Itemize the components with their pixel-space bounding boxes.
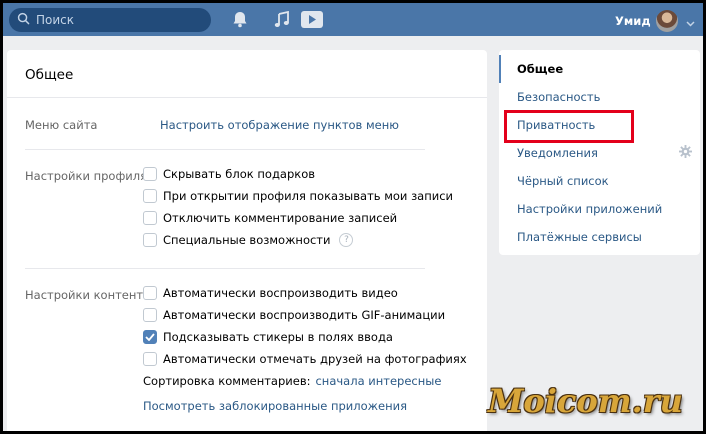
checkbox-disable-comments[interactable]: Отключить комментирование записей [143,211,397,225]
settings-panel: Общее Меню сайта Настроить отображение п… [7,50,487,434]
checkbox-label: Скрывать блок подарков [163,167,316,181]
search-input[interactable] [36,13,196,27]
comments-sort-link[interactable]: сначала интересные [315,374,441,388]
checkbox-label: Автоматически воспроизводить видео [163,286,398,300]
content-settings-label: Настройки контента [25,288,151,302]
watermark: Moicom.ru [488,382,683,420]
checkbox-box-checked[interactable] [143,330,157,344]
help-icon[interactable]: ? [339,233,354,247]
divider [25,268,425,269]
avatar[interactable] [656,10,678,32]
checkbox-label: Подсказывать стикеры в полях ввода [163,330,393,344]
music-icon[interactable] [274,10,290,31]
gear-icon[interactable] [679,145,692,161]
comments-sort-row: Сортировка комментариев: сначала интерес… [143,374,441,388]
settings-side-menu: Общее Безопасность Приватность Уведомлен… [499,50,700,255]
checkbox-label: Специальные возможности [163,233,331,247]
search-box[interactable] [9,8,211,32]
side-item-general[interactable]: Общее [499,55,700,83]
checkbox-accessibility[interactable]: Специальные возможности ? [143,233,354,247]
side-item-app-settings[interactable]: Настройки приложений [499,195,700,223]
checkbox-suggest-stickers[interactable]: Подсказывать стикеры в полях ввода [143,330,393,344]
blocked-apps-link[interactable]: Посмотреть заблокированные приложения [143,399,407,413]
checkbox-autoplay-video[interactable]: Автоматически воспроизводить видео [143,286,398,300]
checkbox-label: При открытии профиля показывать мои запи… [163,189,454,203]
page-title: Общее [7,50,487,98]
side-item-security[interactable]: Безопасность [499,83,700,111]
search-icon [17,12,30,28]
checkbox-box[interactable] [143,352,157,366]
blocked-apps-row: Посмотреть заблокированные приложения [143,399,407,413]
side-item-payment-services[interactable]: Платёжные сервисы [499,223,700,251]
checkbox-show-my-posts[interactable]: При открытии профиля показывать мои запи… [143,189,453,203]
divider [25,149,425,150]
play-icon[interactable] [301,11,323,31]
side-item-blacklist[interactable]: Чёрный список [499,167,700,195]
chevron-down-icon[interactable] [686,16,695,30]
site-menu-label: Меню сайта [25,118,98,132]
checkmark-icon [145,333,155,341]
comments-sort-label: Сортировка комментариев: [143,374,311,388]
checkbox-label: Автоматически отмечать друзей на фотогра… [163,352,467,366]
checkbox-tag-friends[interactable]: Автоматически отмечать друзей на фотогра… [143,352,467,366]
checkbox-box[interactable] [143,167,157,181]
configure-menu-link[interactable]: Настроить отображение пунктов меню [160,118,399,132]
profile-settings-label: Настройки профиля [25,169,148,183]
privacy-highlight-box [504,110,634,143]
checkbox-box[interactable] [143,286,157,300]
checkbox-box[interactable] [143,233,157,247]
checkbox-label: Автоматически воспроизводить GIF-анимаци… [163,308,446,322]
checkbox-box[interactable] [143,308,157,322]
checkbox-box[interactable] [143,189,157,203]
checkbox-autoplay-gif[interactable]: Автоматически воспроизводить GIF-анимаци… [143,308,445,322]
checkbox-hide-gifts[interactable]: Скрывать блок подарков [143,167,315,181]
top-header: Умид [3,3,703,36]
checkbox-box[interactable] [143,211,157,225]
side-item-notifications[interactable]: Уведомления [499,139,700,167]
checkbox-label: Отключить комментирование записей [163,211,398,225]
user-name[interactable]: Умид [615,14,651,28]
bell-icon[interactable] [232,11,248,31]
